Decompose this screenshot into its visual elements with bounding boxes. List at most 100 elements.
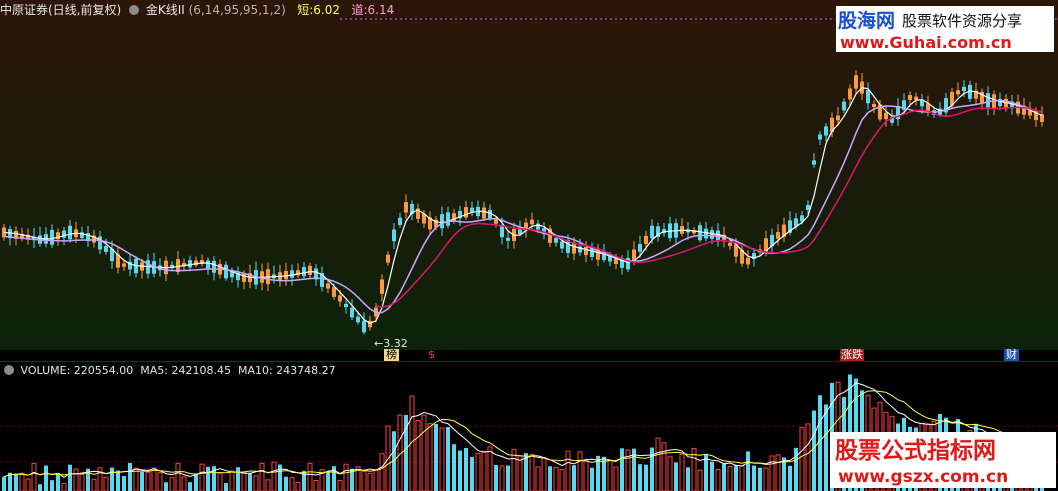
volume-bar [361,471,367,491]
candle-body [344,303,348,308]
volume-bar [103,476,109,491]
volume-bar [206,466,210,491]
volume-bar [661,442,667,491]
volume-bar [697,469,703,491]
volume-bar [824,404,828,491]
volume-bar [487,446,493,491]
volume-bar [727,465,733,491]
volume-bar [686,467,690,491]
volume-bar [763,467,769,491]
gszx-title: 股票公式指标网 [835,438,996,464]
candle-body [338,295,342,302]
candle-body [392,229,396,242]
volume-bar [415,419,421,491]
volume-bar [259,463,265,491]
volume-bar [2,476,6,491]
volume-ma5: MA5: 242108.45 [140,364,231,377]
volume-bar [271,461,277,491]
candle-body [872,103,876,108]
candle-body [776,232,780,239]
candle-body [884,112,888,120]
volume-bar [110,467,114,491]
candle-body [494,219,498,224]
volume-bar [61,483,67,491]
volume-bar [44,465,48,491]
track-line [3,99,1043,314]
volume-bar [769,455,775,491]
volume-bar [427,423,433,491]
candle-body [644,235,648,244]
volume-bar [164,482,168,491]
volume-bar [446,427,450,491]
gszx-watermark-logo: 股票公式指标网 www.gszx.com.cn [830,432,1056,488]
marker-cai[interactable]: 财 [1004,349,1019,361]
volume-bar [794,447,798,491]
volume-bar [746,451,750,491]
candle-body [638,244,642,252]
candle-body [404,202,408,213]
track-label: 道: [351,3,368,17]
volume-settings-icon[interactable] [4,365,14,375]
candle-body [224,264,228,279]
candle-body [302,266,306,277]
candle-body [188,260,192,268]
volume-bar [529,453,535,491]
candle-body [842,101,846,111]
candle-body [560,241,564,249]
indicator-name: 金K线II [145,3,185,17]
volume-bar [248,473,252,491]
volume-bar [253,475,259,491]
volume-bar [122,475,126,491]
volume-bar [25,478,31,491]
candle-body [356,316,360,323]
candle-body [908,95,912,100]
volume-bar [734,465,738,491]
candle-body [746,257,750,265]
volume-bar [236,467,240,491]
volume-bar [739,465,745,491]
candle-body [710,230,714,239]
candle-body [326,283,330,289]
candle-body [500,226,504,238]
volume-bar [607,459,613,491]
candle-body [380,279,384,294]
candle-body [68,225,72,240]
volume-bar [38,484,42,491]
volume-bar [458,450,462,491]
volume-bar [559,469,565,491]
volume-bar [128,462,132,491]
volume-bar [452,444,456,491]
volume-bar [175,462,181,491]
volume-bar [343,463,349,491]
short-value: 6.02 [313,3,340,17]
volume-bar [434,424,438,491]
candlestick-chart[interactable] [0,0,1058,350]
volume-bar [307,463,313,491]
volume-bar [188,482,192,491]
volume-bar [541,457,547,491]
volume-bar [284,476,288,491]
volume-bar [313,479,319,491]
volume-bar [439,427,445,491]
price-chart-panel[interactable] [0,0,1058,350]
volume-bar [644,464,648,491]
volume-bar [775,454,781,491]
volume-bar [572,465,576,491]
volume-bar [799,427,805,491]
volume-bar [752,465,756,491]
stock-chart-window: 中原证券(日线,前复权) 金K线II (6,14,95,95,1,2) 短:6.… [0,0,1058,491]
volume-bar [782,457,786,491]
guhai-subtitle: 股票软件资源分享 [902,12,1022,30]
volume-bar [68,464,72,491]
marker-zhangdie[interactable]: 涨跌 [840,349,864,361]
indicator-settings-icon[interactable] [129,5,140,15]
volume-bar [19,472,25,491]
volume-bar [655,437,661,491]
volume-bar [229,470,235,491]
marker-dollar[interactable]: $ [428,349,435,361]
volume-bar [169,477,175,491]
candle-body [332,287,336,297]
marker-bang[interactable]: 榜 [384,349,399,361]
candle-body [986,93,990,108]
volume-bar [265,479,271,491]
